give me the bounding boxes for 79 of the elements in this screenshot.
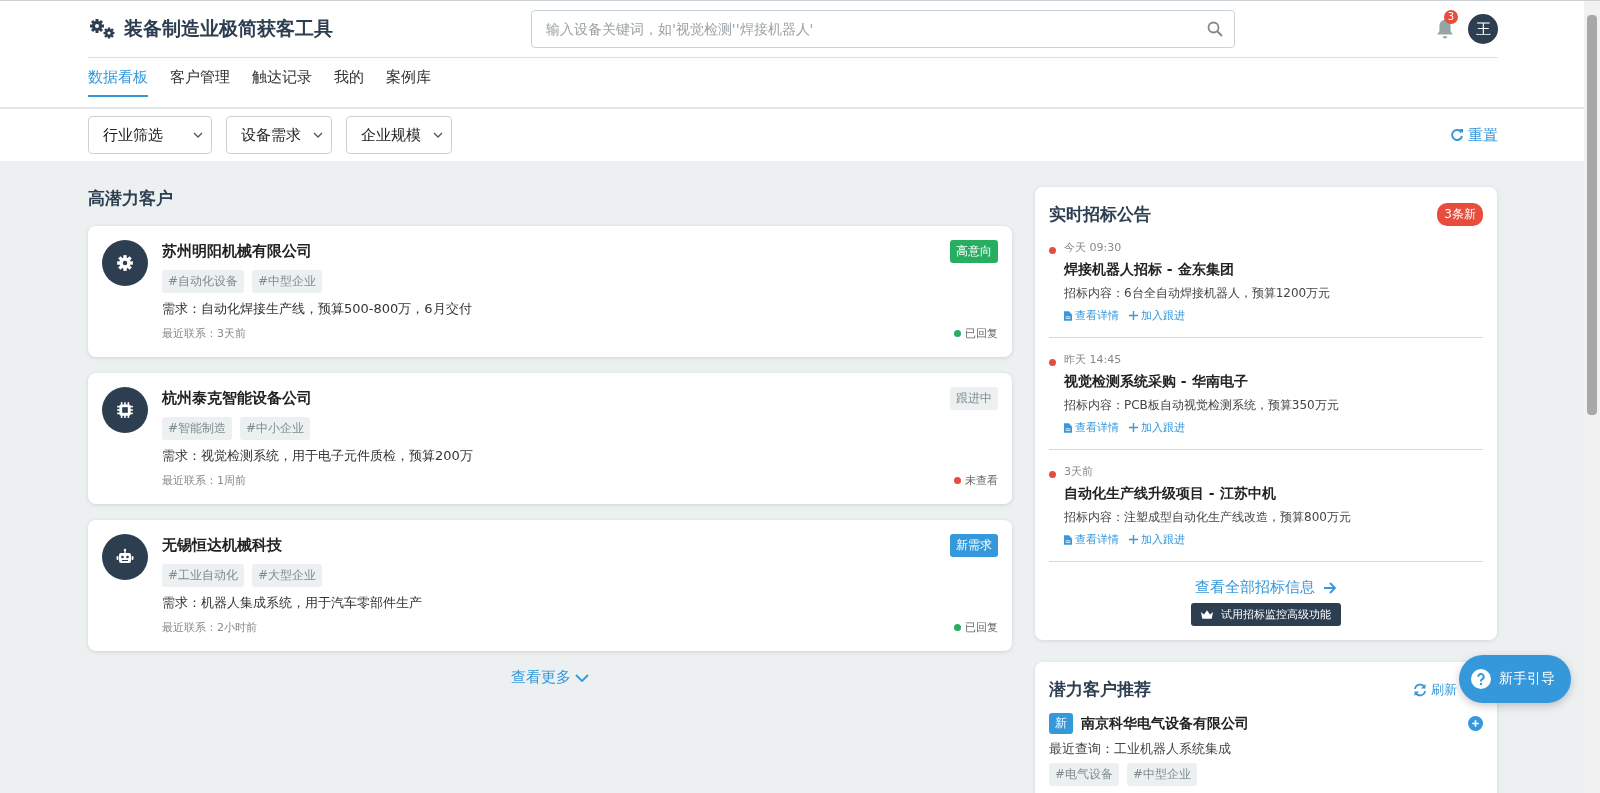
robot-icon (116, 548, 134, 566)
tag: #智能制造 (162, 417, 233, 440)
panel-title: 潜力客户推荐 (1049, 678, 1151, 701)
tag: #中小企业 (240, 417, 311, 440)
last-contact: 最近联系：2小时前 (162, 620, 257, 635)
gears-icon (88, 18, 116, 40)
plus-icon[interactable] (1129, 423, 1138, 432)
company-name[interactable]: 苏州明阳机械有限公司 (162, 242, 312, 261)
filter-dropdown[interactable]: 企业规模 (346, 116, 452, 154)
search-field[interactable]: 输入设备关键词，如'视觉检测''焊接机器人' (531, 10, 1235, 48)
customer-card[interactable]: 苏州明阳机械有限公司 高意向 #自动化设备 #中型企业 需求：自动化焊接生产线，预算500-800万，6月交付 最近联系：3天前 已回复 (88, 226, 1012, 357)
tag: #电气设备 (1049, 763, 1120, 786)
arrow-right-icon[interactable] (1323, 581, 1337, 594)
section-title: 高潜力客户 (88, 187, 174, 210)
notification-badge: 3 (1444, 10, 1458, 24)
scrollbar[interactable] (1584, 1, 1600, 793)
bid-title[interactable]: 视觉检测系统采购 - 华南电子 (1064, 373, 1339, 391)
reply-status: 已回复 (965, 326, 998, 341)
bid-content: 招标内容：注塑成型自动化生产线改造，预算800万元 (1064, 509, 1351, 526)
nav-tab[interactable]: 我的 (334, 58, 364, 97)
intent-badge: 高意向 (950, 240, 998, 263)
tag: #自动化设备 (162, 270, 245, 293)
search-icon[interactable] (1207, 21, 1223, 37)
bid-time: 今天 09:30 (1064, 240, 1123, 255)
intent-badge: 新需求 (950, 534, 998, 557)
filter-dropdown[interactable]: 设备需求 (226, 116, 332, 154)
app-title: 装备制造业极简获客工具 (124, 16, 333, 41)
document-icon[interactable] (1064, 310, 1072, 321)
customer-need: 需求：视觉检测系统，用于电子元件质检，预算200万 (162, 447, 474, 465)
company-name[interactable]: 杭州泰克智能设备公司 (162, 389, 312, 408)
help-icon[interactable] (1471, 669, 1491, 689)
nav-tab[interactable]: 客户管理 (170, 58, 230, 97)
reply-status: 已回复 (965, 620, 998, 635)
new-count-badge: 3条新 (1437, 203, 1483, 226)
company-name[interactable]: 南京科华电气设备有限公司 (1081, 714, 1249, 733)
nav-tab[interactable]: 触达记录 (252, 58, 312, 97)
document-icon[interactable] (1064, 534, 1072, 545)
last-contact: 最近联系：1周前 (162, 473, 246, 488)
document-icon[interactable] (1064, 422, 1072, 433)
customer-card[interactable]: 杭州泰克智能设备公司 跟进中 #智能制造 #中小企业 需求：视觉检测系统，用于电子元件质检，预算200万 最近联系：1周前 未查看 (88, 373, 1012, 504)
bid-content: 招标内容：6台全自动焊接机器人，预算1200万元 (1064, 285, 1331, 302)
add-icon[interactable] (1468, 716, 1483, 731)
refresh-icon[interactable] (1413, 682, 1427, 697)
bullet-dot (1049, 471, 1056, 478)
bullet-dot (1049, 359, 1056, 366)
bid-content: 招标内容：PCB板自动视觉检测系统，预算350万元 (1064, 397, 1339, 414)
tag: #大型企业 (252, 564, 323, 587)
chevron-down-icon[interactable] (433, 132, 443, 138)
recent-query: 最近查询：工业机器人系统集成 (1049, 740, 1232, 758)
new-label: 新 (1049, 713, 1073, 734)
bid-title[interactable]: 自动化生产线升级项目 - 江苏中机 (1064, 485, 1351, 503)
intent-badge: 跟进中 (950, 387, 998, 410)
reply-status: 未查看 (965, 473, 998, 488)
filter-dropdown[interactable]: 行业筛选 (88, 116, 212, 154)
bell-icon[interactable] (1436, 19, 1454, 39)
premium-trial-button[interactable]: 试用招标监控高级功能 (1191, 603, 1341, 626)
bid-time: 3天前 (1064, 464, 1094, 479)
customer-need: 需求：机器人集成系统，用于汽车零部件生产 (162, 594, 423, 612)
bid-title[interactable]: 焊接机器人招标 - 金东集团 (1064, 261, 1331, 279)
customer-need: 需求：自动化焊接生产线，预算500-800万，6月交付 (162, 300, 473, 318)
customer-card[interactable]: 无锡恒达机械科技 新需求 #工业自动化 #大型企业 需求：机器人集成系统，用于汽车零部件生产 最近联系：2小时前 已回复 (88, 520, 1012, 651)
bid-time: 昨天 14:45 (1064, 352, 1123, 367)
tag: #中型企业 (252, 270, 323, 293)
chevron-down-icon[interactable] (193, 132, 203, 138)
user-avatar[interactable]: 王 (1468, 14, 1498, 44)
chevron-down-icon[interactable] (313, 132, 323, 138)
panel-title: 实时招标公告 (1049, 203, 1151, 226)
last-contact: 最近联系：3天前 (162, 326, 246, 341)
chip-icon (116, 401, 134, 419)
bullet-dot (1049, 247, 1056, 254)
nav-tab[interactable]: 案例库 (386, 58, 431, 97)
company-name[interactable]: 无锡恒达机械科技 (162, 536, 282, 555)
tag: #中型企业 (1127, 763, 1198, 786)
gear-icon (116, 254, 134, 272)
tag: #工业自动化 (162, 564, 245, 587)
plus-icon[interactable] (1129, 535, 1138, 544)
reset-icon[interactable] (1450, 128, 1464, 142)
crown-icon[interactable] (1201, 610, 1213, 619)
plus-icon[interactable] (1129, 311, 1138, 320)
